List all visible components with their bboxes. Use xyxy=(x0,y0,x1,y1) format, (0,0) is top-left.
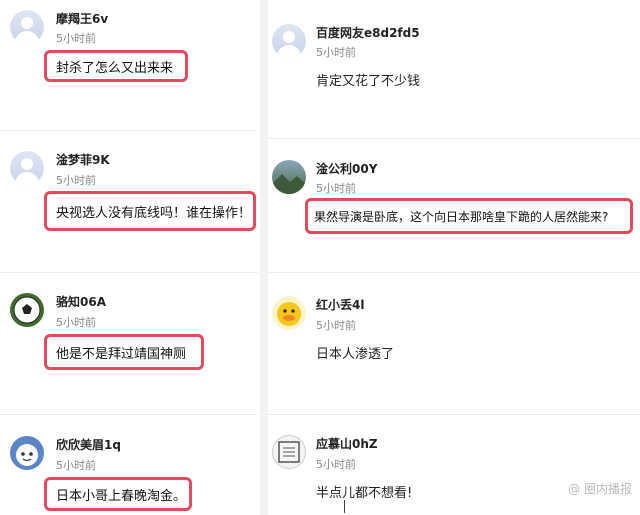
avatar-seal-stamp[interactable] xyxy=(272,435,306,469)
comment-username[interactable]: 骆知06A xyxy=(56,293,106,310)
comment-text-highlighted: 封杀了怎么又出来来 xyxy=(44,50,188,82)
avatar-soccer-ball[interactable] xyxy=(10,293,44,327)
comment-text-highlighted: 果然导演是卧底，这个向日本那啥皇下跪的人居然能来? xyxy=(305,198,633,234)
watermark: @ 圈内播报 xyxy=(568,480,632,497)
avatar-yellow-duck[interactable] xyxy=(272,296,306,330)
comment-username[interactable]: 淦公利00Y xyxy=(316,160,377,177)
avatar-landscape-photo[interactable] xyxy=(272,160,306,194)
comment-username[interactable]: 摩羯王6v xyxy=(56,10,108,27)
comment-text-highlighted: 他是不是拜过靖国神厕 xyxy=(44,334,204,370)
separator xyxy=(268,138,640,139)
separator xyxy=(268,272,640,273)
comment-time: 5小时前 xyxy=(316,46,356,59)
separator xyxy=(0,130,258,131)
comment-text: 日本人渗透了 xyxy=(316,347,395,362)
comment-time: 5小时前 xyxy=(56,174,96,187)
comment-time: 5小时前 xyxy=(56,32,96,45)
avatar-default-user-icon[interactable] xyxy=(10,151,44,185)
comment-username[interactable]: 百度网友e8d2fd5 xyxy=(316,24,420,41)
avatar-cartoon-face[interactable] xyxy=(10,436,44,470)
separator xyxy=(0,272,258,273)
comment-text-highlighted: 央视选人没有底线吗！谁在操作！ xyxy=(44,191,256,231)
watermark-text: @ 圈内播报 xyxy=(568,482,632,496)
text-cursor xyxy=(344,500,345,513)
avatar-default-user-icon[interactable] xyxy=(272,24,306,58)
comment-username[interactable]: 欣欣美眉1q xyxy=(56,436,121,453)
avatar-default-user-icon[interactable] xyxy=(10,10,44,44)
comment-username[interactable]: 淦梦菲9K xyxy=(56,151,110,168)
comment-time: 5小时前 xyxy=(56,316,96,329)
column-divider xyxy=(260,0,268,515)
comment-username[interactable]: 应慕山0hZ xyxy=(316,435,378,452)
comment-time: 5小时前 xyxy=(316,458,356,471)
separator xyxy=(268,414,640,415)
comment-time: 5小时前 xyxy=(56,459,96,472)
comment-text: 肯定又花了不少钱 xyxy=(316,74,421,89)
comment-text: 半点儿都不想看! xyxy=(316,486,413,501)
comment-time: 5小时前 xyxy=(316,319,356,332)
comment-text-highlighted: 日本小哥上春晚淘金。 xyxy=(44,477,192,511)
comment-username[interactable]: 红小丢4l xyxy=(316,296,364,313)
separator xyxy=(0,414,258,415)
comment-time: 5小时前 xyxy=(316,182,356,195)
